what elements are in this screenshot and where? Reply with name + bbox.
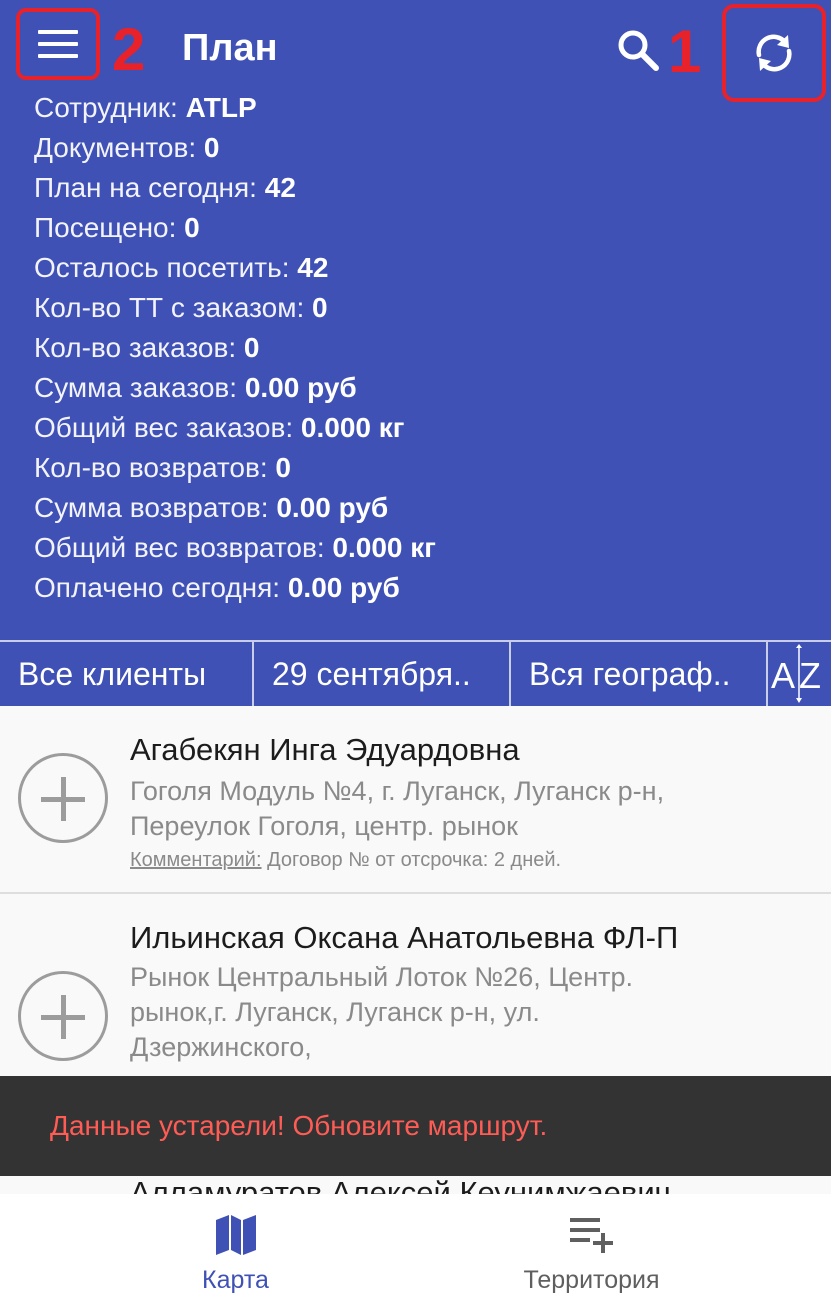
annotation-number-2: 2	[112, 16, 146, 83]
stat-returns-count: Кол-во возвратов: 0	[34, 452, 291, 483]
bottom-navigation: Карта Территория	[0, 1194, 831, 1302]
client-name: Агабекян Инга Эдуардовна	[130, 732, 520, 767]
filter-bar: Все клиенты 29 сентября.. Вся географ.. …	[0, 640, 831, 706]
sort-az-icon: A Z	[771, 644, 821, 703]
geography-filter-button[interactable]: Вся географ..	[511, 642, 766, 706]
sync-button[interactable]	[722, 4, 826, 102]
search-button[interactable]	[614, 26, 662, 74]
stat-orders-count: Кол-во заказов: 0	[34, 332, 260, 363]
client-name: Алламуратов Алексей Кеунимжаевич	[130, 1175, 671, 1196]
client-address: Гоголя Модуль №4, г. Луганск, Луганск р-…	[130, 776, 665, 806]
stat-orders-weight: Общий вес заказов: 0.000 кг	[34, 412, 405, 443]
stat-paid-today: Оплачено сегодня: 0.00 руб	[34, 572, 400, 603]
sort-button[interactable]: A Z	[768, 642, 831, 706]
clients-filter-button[interactable]: Все клиенты	[0, 642, 252, 706]
svg-text:Z: Z	[799, 655, 821, 696]
client-list-item[interactable]: Агабекян Инга Эдуардовна Гоголя Модуль №…	[0, 706, 831, 894]
add-visit-button[interactable]	[18, 753, 108, 843]
client-name: Ильинская Оксана Анатольевна ФЛ-П	[130, 920, 679, 955]
stat-documents: Документов: 0	[34, 132, 220, 163]
summary-stats: Сотрудник: ATLP Документов: 0 План на се…	[34, 88, 436, 608]
nav-item-map[interactable]: Карта	[28, 1194, 443, 1302]
snackbar-message: Данные устарели! Обновите маршрут.	[50, 1110, 548, 1141]
client-address: Переулок Гоголя, центр. рынок	[130, 811, 518, 841]
page-title: План	[182, 27, 278, 69]
app-header: 2 План 1 Сотрудник: ATLP Документов: 0 П…	[0, 0, 831, 640]
client-address: Рынок Центральный Лоток №26, Центр.	[130, 962, 633, 992]
playlist-add-icon	[570, 1218, 613, 1253]
stat-returns-sum: Сумма возвратов: 0.00 руб	[34, 492, 389, 523]
menu-button[interactable]	[16, 8, 100, 80]
stat-employee: Сотрудник: ATLP	[34, 92, 257, 123]
stat-plan-today: План на сегодня: 42	[34, 172, 296, 203]
nav-label: Карта	[202, 1266, 269, 1294]
stat-outlets-with-order: Кол-во ТТ с заказом: 0	[34, 292, 328, 323]
client-comment: Комментарий: Договор № от отсрочка: 2 дн…	[130, 849, 562, 871]
client-address: рынок,г. Луганск, Луганск р-н, ул.	[130, 997, 540, 1027]
nav-label: Территория	[523, 1266, 660, 1294]
svg-text:A: A	[771, 655, 795, 696]
stat-returns-weight: Общий вес возвратов: 0.000 кг	[34, 532, 436, 563]
menu-icon	[38, 30, 78, 58]
nav-item-territory[interactable]: Территория	[384, 1194, 799, 1302]
annotation-number-1: 1	[668, 18, 702, 85]
add-visit-button[interactable]	[18, 971, 108, 1061]
stat-visited: Посещено: 0	[34, 212, 200, 243]
search-icon	[618, 30, 659, 71]
date-filter-button[interactable]: 29 сентября..	[254, 642, 509, 706]
stat-remaining: Осталось посетить: 42	[34, 252, 329, 283]
sync-icon	[756, 34, 792, 72]
client-address: Дзержинского,	[130, 1032, 312, 1062]
snackbar: Данные устарели! Обновите маршрут.	[0, 1076, 831, 1176]
map-icon	[216, 1215, 256, 1255]
stat-orders-sum: Сумма заказов: 0.00 руб	[34, 372, 357, 403]
